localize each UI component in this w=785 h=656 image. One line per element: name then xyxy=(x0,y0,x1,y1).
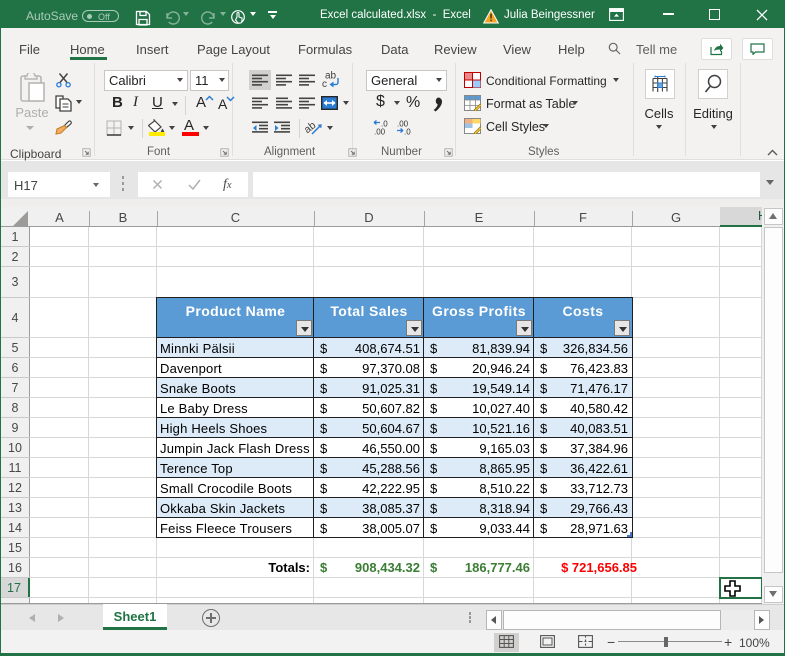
svg-text:.00: .00 xyxy=(374,128,386,136)
svg-text:.0: .0 xyxy=(404,128,411,136)
svg-text:c: c xyxy=(322,79,327,90)
